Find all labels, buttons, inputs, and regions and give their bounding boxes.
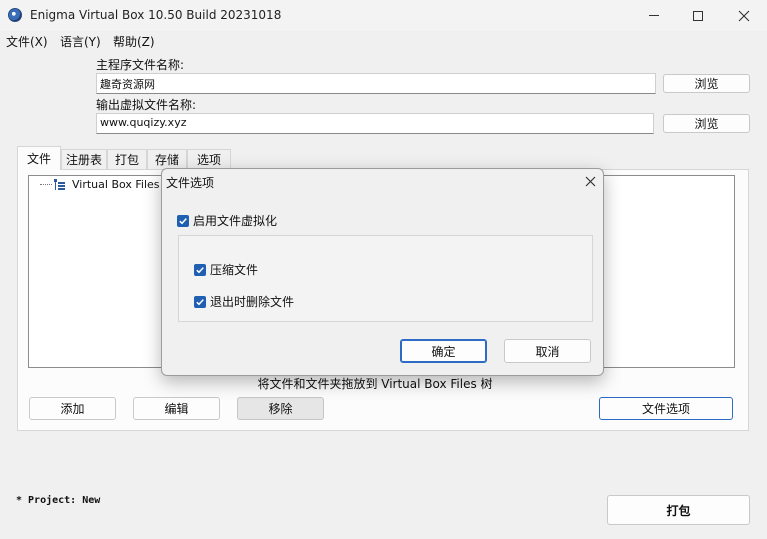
tab-registry[interactable]: 注册表 (61, 149, 107, 169)
main-program-browse-button[interactable]: 浏览 (663, 74, 750, 93)
cancel-button[interactable]: 取消 (504, 339, 591, 363)
tab-packing[interactable]: 打包 (107, 149, 147, 169)
window-title: Enigma Virtual Box 10.50 Build 20231018 (30, 8, 282, 22)
ok-button[interactable]: 确定 (400, 339, 487, 363)
project-status: * Project: New (16, 495, 101, 506)
menu-language[interactable]: 语言(Y) (60, 33, 101, 50)
close-icon (738, 10, 750, 21)
menu-file[interactable]: 文件(X) (6, 33, 48, 50)
main-program-label: 主程序文件名称: (96, 58, 185, 72)
delete-on-exit-label: 退出时删除文件 (210, 295, 295, 309)
checkbox-checked-icon (177, 214, 189, 227)
tab-files[interactable]: 文件 (17, 146, 61, 170)
minimize-button[interactable] (631, 0, 677, 31)
output-file-label: 输出虚拟文件名称: (96, 98, 197, 112)
output-file-input[interactable]: www.quqizy.xyz (96, 113, 654, 134)
maximize-button[interactable] (675, 0, 721, 31)
close-icon (585, 176, 595, 186)
tree-connector (40, 184, 52, 185)
enable-virtualization-label: 启用文件虚拟化 (193, 214, 278, 228)
tree-root-item[interactable]: Virtual Box Files (72, 178, 160, 191)
tab-options[interactable]: 选项 (187, 149, 231, 169)
edit-button[interactable]: 编辑 (133, 397, 220, 420)
pack-button[interactable]: 打包 (607, 495, 750, 525)
add-button[interactable]: 添加 (29, 397, 116, 420)
file-options-dialog: 文件选项 启用文件虚拟化 压缩文件 退出时删除文件 确定 取消 (161, 168, 604, 376)
minimize-icon (649, 15, 659, 16)
delete-on-exit-checkbox[interactable]: 退出时删除文件 (194, 293, 294, 310)
maximize-icon (693, 10, 703, 21)
tree-folder-icon (54, 179, 65, 190)
app-logo-icon (8, 8, 22, 22)
remove-button[interactable]: 移除 (237, 397, 324, 420)
compress-files-checkbox[interactable]: 压缩文件 (194, 261, 258, 278)
file-options-button[interactable]: 文件选项 (599, 397, 733, 420)
dialog-close-button[interactable] (579, 171, 601, 191)
tab-storage[interactable]: 存储 (147, 149, 187, 169)
checkbox-checked-icon (194, 295, 206, 308)
main-program-input[interactable]: 趣奇资源网 (96, 73, 656, 94)
drag-drop-hint: 将文件和文件夹拖放到 Virtual Box Files 树 (257, 377, 493, 391)
output-file-browse-button[interactable]: 浏览 (663, 114, 750, 133)
close-button[interactable] (721, 0, 767, 31)
dialog-title: 文件选项 (166, 176, 215, 190)
checkbox-checked-icon (194, 263, 206, 276)
menu-help[interactable]: 帮助(Z) (113, 33, 155, 50)
enable-virtualization-checkbox[interactable]: 启用文件虚拟化 (177, 212, 277, 229)
compress-files-label: 压缩文件 (210, 263, 259, 277)
